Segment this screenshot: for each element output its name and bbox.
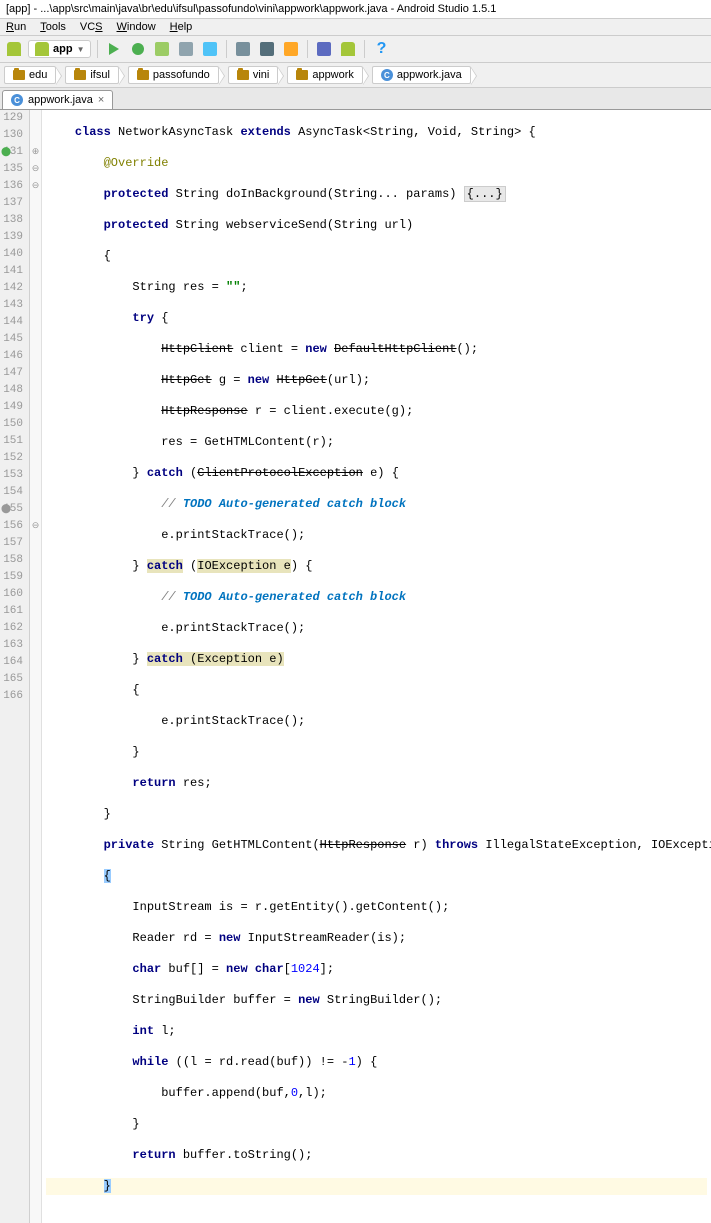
device-button[interactable]	[200, 39, 220, 59]
menu-help[interactable]: HelpHelp	[170, 21, 193, 33]
attach-debugger-button[interactable]	[152, 39, 172, 59]
module-selector[interactable]: app ▼	[28, 40, 91, 58]
folder-icon	[296, 70, 308, 80]
stop-button[interactable]	[176, 39, 196, 59]
code-editor[interactable]: 129 130 ⬤131 135 136 137 138 139 140 141…	[0, 110, 711, 1223]
toolbar-separator	[226, 40, 227, 58]
fold-toggle[interactable]: ⊖	[30, 178, 41, 195]
gutter-marker-icon[interactable]: ⬤	[1, 501, 11, 518]
code-content[interactable]: class NetworkAsyncTask extends AsyncTask…	[42, 110, 711, 1223]
fold-gutter: ⊕ ⊖⊖ ⊖	[30, 110, 42, 1223]
breadcrumb-item[interactable]: edu	[4, 66, 56, 84]
menu-bar: RRunun ToolsTools VCSVCS WindowWindow He…	[0, 19, 711, 36]
editor-tabs: C appwork.java ×	[0, 88, 711, 110]
breadcrumb-item[interactable]: appwork	[287, 66, 363, 84]
help-icon[interactable]: ?	[371, 39, 391, 59]
fold-toggle[interactable]: ⊕	[30, 144, 41, 161]
breadcrumb-item[interactable]: vini	[228, 66, 279, 84]
folder-icon	[74, 70, 86, 80]
fold-toggle[interactable]: ⊖	[30, 518, 41, 535]
folder-icon	[13, 70, 25, 80]
editor-tab[interactable]: C appwork.java ×	[2, 90, 113, 109]
breadcrumb-item[interactable]: Cappwork.java	[372, 66, 471, 84]
menu-run[interactable]: RRunun	[6, 21, 26, 33]
debug-button[interactable]	[128, 39, 148, 59]
tab-label: appwork.java	[28, 94, 93, 106]
folder-icon	[137, 70, 149, 80]
close-icon[interactable]: ×	[98, 94, 104, 106]
avd-button[interactable]	[257, 39, 277, 59]
module-label: app	[53, 43, 73, 55]
module-icon	[35, 42, 49, 56]
class-icon: C	[381, 69, 393, 81]
breadcrumb-item[interactable]: passofundo	[128, 66, 219, 84]
sdk-button[interactable]	[314, 39, 334, 59]
android-logo-icon	[4, 39, 24, 59]
breadcrumb-bar: edu ifsul passofundo vini appwork Cappwo…	[0, 63, 711, 88]
class-icon: C	[11, 94, 23, 106]
menu-window[interactable]: WindowWindow	[117, 21, 156, 33]
folder-icon	[237, 70, 249, 80]
sync-button[interactable]	[233, 39, 253, 59]
toolbar-separator	[364, 40, 365, 58]
toolbar-separator	[97, 40, 98, 58]
monitor-button[interactable]	[281, 39, 301, 59]
android-button[interactable]	[338, 39, 358, 59]
menu-vcs[interactable]: VCSVCS	[80, 21, 103, 33]
toolbar: app ▼ ?	[0, 36, 711, 63]
run-button[interactable]	[104, 39, 124, 59]
fold-toggle[interactable]: ⊖	[30, 161, 41, 178]
chevron-down-icon: ▼	[77, 45, 85, 54]
override-marker-icon[interactable]: ⬤	[1, 144, 11, 161]
window-title: [app] - ...\app\src\main\java\br\edu\ifs…	[0, 0, 711, 19]
breadcrumb-item[interactable]: ifsul	[65, 66, 119, 84]
line-gutter: 129 130 ⬤131 135 136 137 138 139 140 141…	[0, 110, 30, 1223]
menu-tools[interactable]: ToolsTools	[40, 21, 66, 33]
toolbar-separator	[307, 40, 308, 58]
